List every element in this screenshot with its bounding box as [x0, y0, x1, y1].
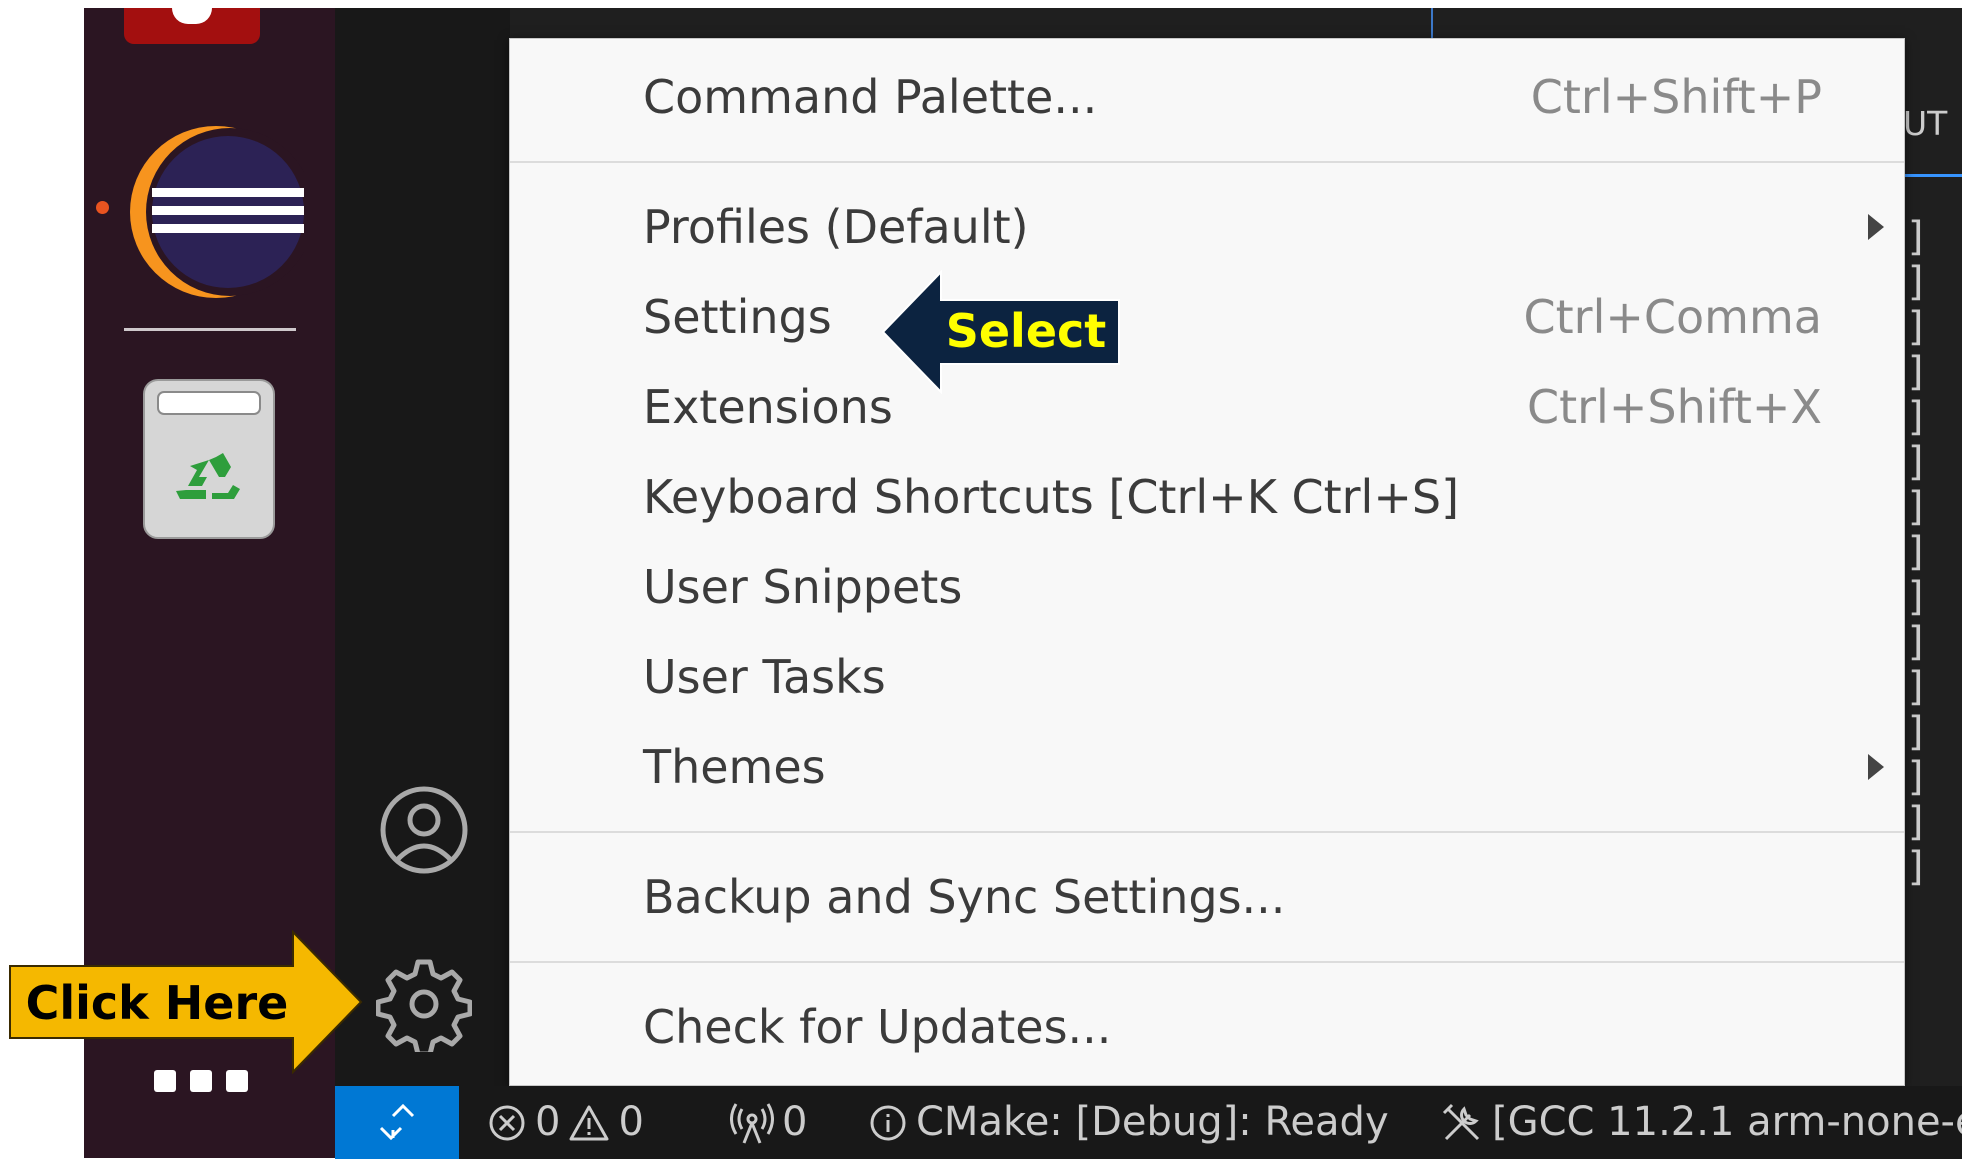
output-line: ] — [1905, 619, 1930, 665]
dock-separator — [124, 328, 296, 331]
cmake-kit-text: [GCC 11.2.1 arm-none-e — [1492, 1099, 1962, 1145]
panel-tab-underline — [1905, 174, 1962, 177]
output-line: ] — [1905, 304, 1930, 350]
terminal-output: ] ] ] ] ] ] ] ] ] ] ] ] ] ] ] — [1905, 215, 1935, 890]
output-line: ] — [1905, 439, 1930, 485]
submenu-arrow-icon — [1868, 214, 1884, 240]
menu-item-command-palette[interactable]: Command Palette... Ctrl+Shift+P — [510, 57, 1904, 137]
menu-item-label: Settings — [643, 290, 832, 344]
menu-item-keyboard-shortcuts[interactable]: Keyboard Shortcuts [Ctrl+K Ctrl+S] — [510, 457, 1904, 537]
error-icon — [489, 1105, 525, 1140]
activity-bar — [335, 8, 510, 1086]
menu-item-shortcut: Ctrl+Shift+P — [1530, 70, 1822, 124]
menu-separator — [510, 961, 1904, 963]
panel-tab-label[interactable]: UT — [1903, 104, 1947, 143]
output-line: ] — [1905, 529, 1930, 575]
warning-icon — [569, 1105, 609, 1140]
menu-item-shortcut: Ctrl+Shift+X — [1526, 380, 1822, 434]
output-line: ] — [1905, 754, 1930, 800]
menu-item-label: User Tasks — [643, 650, 886, 704]
menu-item-label: Command Palette... — [643, 70, 1098, 124]
remote-icon — [379, 1103, 415, 1141]
output-line: ] — [1905, 214, 1930, 260]
menu-item-label: Themes — [643, 740, 826, 794]
menu-item-backup-sync[interactable]: Backup and Sync Settings... — [510, 857, 1904, 937]
menu-item-label: User Snippets — [643, 560, 963, 614]
gear-icon[interactable] — [376, 956, 472, 1052]
output-line: ] — [1905, 259, 1930, 305]
status-bar: 0 0 0 CMake: [Debug]: Ready [GCC 11.2.1 … — [335, 1086, 1962, 1159]
menu-item-label: Check for Updates... — [643, 1000, 1112, 1054]
menu-item-settings[interactable]: Settings Ctrl+Comma — [510, 277, 1904, 357]
output-line: ] — [1905, 484, 1930, 530]
editor-split-divider — [1431, 8, 1433, 38]
ports-count: 0 — [782, 1099, 808, 1145]
output-line: ] — [1905, 349, 1930, 395]
trash-icon[interactable] — [142, 378, 276, 540]
output-line: ] — [1905, 709, 1930, 755]
click-here-callout-text: Click Here — [25, 976, 289, 1030]
output-line: ] — [1905, 844, 1930, 890]
menu-item-themes[interactable]: Themes — [510, 727, 1904, 807]
output-line: ] — [1905, 664, 1930, 710]
menu-item-label: Profiles (Default) — [643, 200, 1029, 254]
submenu-arrow-icon — [1868, 754, 1884, 780]
warning-count: 0 — [618, 1099, 644, 1145]
menu-item-label: Extensions — [643, 380, 893, 434]
select-callout-text: Select — [945, 304, 1107, 358]
error-count: 0 — [535, 1099, 561, 1145]
ports-indicator[interactable]: 0 — [730, 1086, 807, 1159]
output-line: ] — [1905, 799, 1930, 845]
account-icon[interactable] — [378, 784, 470, 876]
cmake-status[interactable]: CMake: [Debug]: Ready — [868, 1086, 1389, 1159]
menu-item-user-snippets[interactable]: User Snippets — [510, 547, 1904, 627]
cmake-status-text: CMake: [Debug]: Ready — [916, 1099, 1389, 1145]
info-icon — [870, 1105, 906, 1140]
output-line: ] — [1905, 394, 1930, 440]
menu-separator — [510, 161, 1904, 163]
remote-indicator-button[interactable] — [335, 1086, 459, 1159]
app-icon-partial[interactable] — [124, 8, 260, 44]
tools-icon — [1442, 1103, 1480, 1140]
menu-item-check-updates[interactable]: Check for Updates... — [510, 987, 1904, 1067]
menu-item-extensions[interactable]: Extensions Ctrl+Shift+X — [510, 367, 1904, 447]
output-line: ] — [1905, 574, 1930, 620]
manage-context-menu: Command Palette... Ctrl+Shift+P Profiles… — [509, 38, 1905, 1086]
menu-item-user-tasks[interactable]: User Tasks — [510, 637, 1904, 717]
broadcast-icon — [730, 1102, 774, 1144]
menu-item-profiles[interactable]: Profiles (Default) — [510, 187, 1904, 267]
eclipse-ide-icon[interactable] — [124, 120, 304, 300]
menu-item-shortcut: Ctrl+Comma — [1523, 290, 1822, 344]
running-indicator — [96, 201, 109, 214]
menu-item-label: Keyboard Shortcuts [Ctrl+K Ctrl+S] — [643, 470, 1460, 524]
cmake-kit-selector[interactable]: [GCC 11.2.1 arm-none-e — [1440, 1086, 1962, 1159]
problems-indicator[interactable]: 0 0 — [487, 1086, 644, 1159]
menu-separator — [510, 831, 1904, 833]
menu-item-label: Backup and Sync Settings... — [643, 870, 1286, 924]
